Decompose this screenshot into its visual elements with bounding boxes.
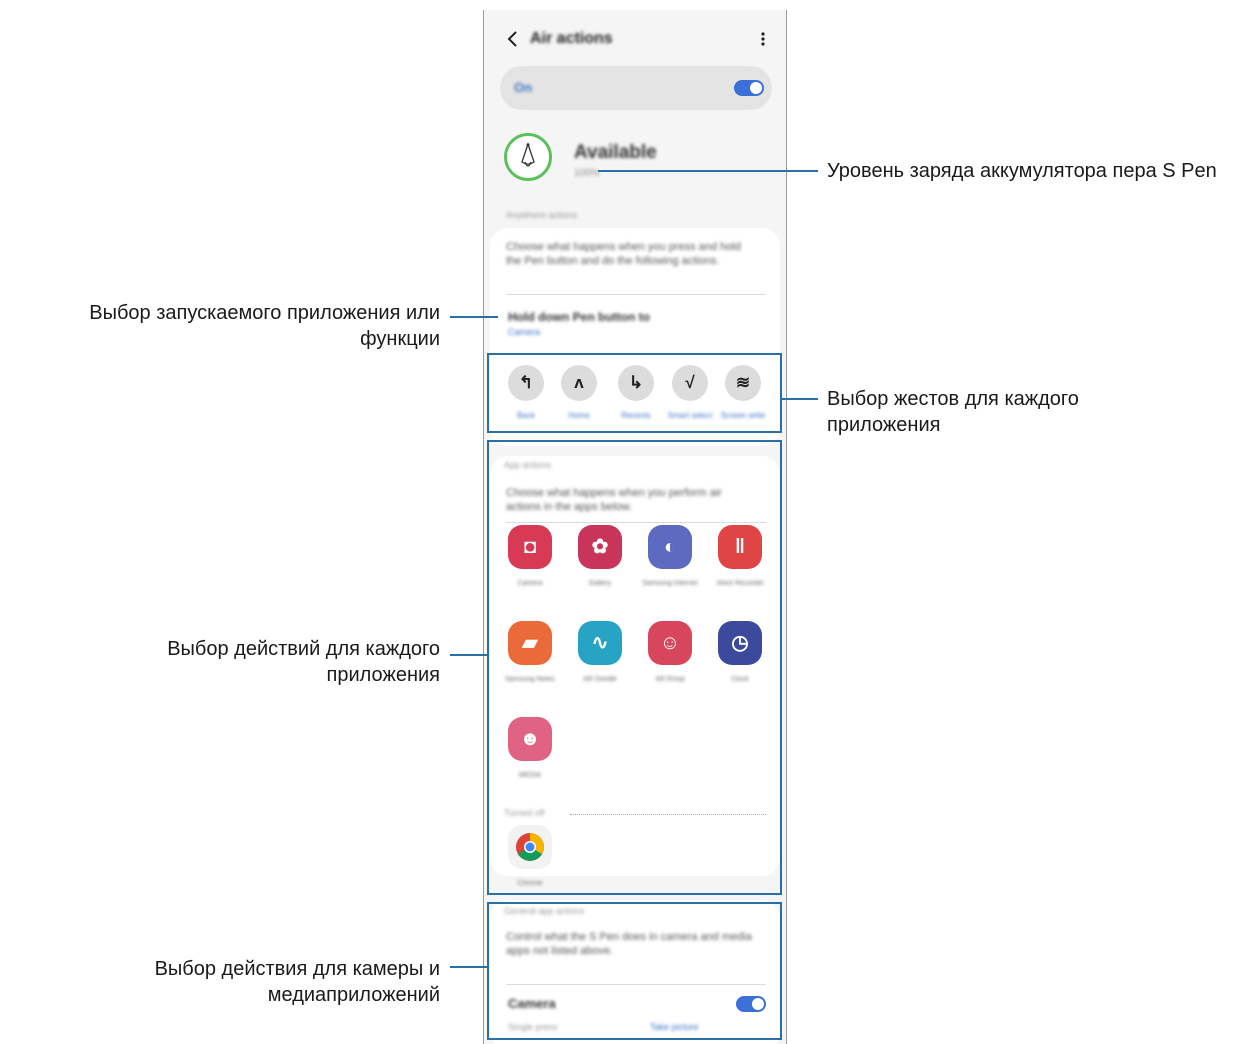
gestures-leader-line	[782, 398, 818, 400]
callout-line: приложения	[827, 414, 941, 436]
callout-line: Выбор действия для камеры и	[154, 958, 440, 980]
back-arrow-icon[interactable]	[502, 28, 524, 50]
master-switch-row[interactable]: On	[500, 66, 772, 110]
callout-line: приложения	[326, 664, 440, 686]
launch-app-leader-line	[450, 316, 498, 318]
screen-title: Air actions	[530, 30, 613, 47]
battery-leader-line	[598, 170, 818, 172]
hold-pen-value[interactable]: Camera	[508, 327, 540, 337]
master-toggle[interactable]	[734, 80, 764, 96]
anywhere-actions-label: Anywhere actions	[506, 210, 578, 220]
battery-level: 100%	[574, 168, 600, 179]
app-actions-leader-line	[450, 654, 487, 656]
media-leader-line	[450, 966, 487, 968]
gestures-highlight-box	[487, 353, 782, 433]
spen-battery-ring	[504, 133, 552, 181]
pen-status: Available	[574, 142, 657, 163]
more-options-icon[interactable]	[756, 28, 770, 50]
battery-callout: Уровень заряда аккумулятора пера S Pen	[827, 160, 1217, 182]
anywhere-desc: Choose what happens when you press and h…	[506, 241, 741, 267]
media-callout: Выбор действия для камеры и медиаприложе…	[20, 956, 440, 1008]
callout-line: медиаприложений	[267, 984, 440, 1006]
callout-line: Выбор запускаемого приложения или	[89, 302, 440, 324]
media-actions-highlight-box	[487, 902, 782, 1040]
app-actions-callout: Выбор действий для каждого приложения	[20, 636, 440, 688]
top-bar: Air actions	[484, 24, 786, 54]
gestures-callout: Выбор жестов для каждого приложения	[827, 386, 1227, 438]
callout-line: Выбор действий для каждого	[167, 638, 440, 660]
hold-pen-label[interactable]: Hold down Pen button to	[508, 310, 650, 324]
on-label: On	[514, 80, 533, 95]
divider	[506, 294, 766, 295]
callout-line: функции	[360, 328, 440, 350]
app-actions-highlight-box	[487, 440, 782, 895]
pen-icon	[521, 141, 535, 167]
callout-line: Выбор жестов для каждого	[827, 388, 1079, 410]
launch-app-callout: Выбор запускаемого приложения или функци…	[20, 300, 440, 352]
